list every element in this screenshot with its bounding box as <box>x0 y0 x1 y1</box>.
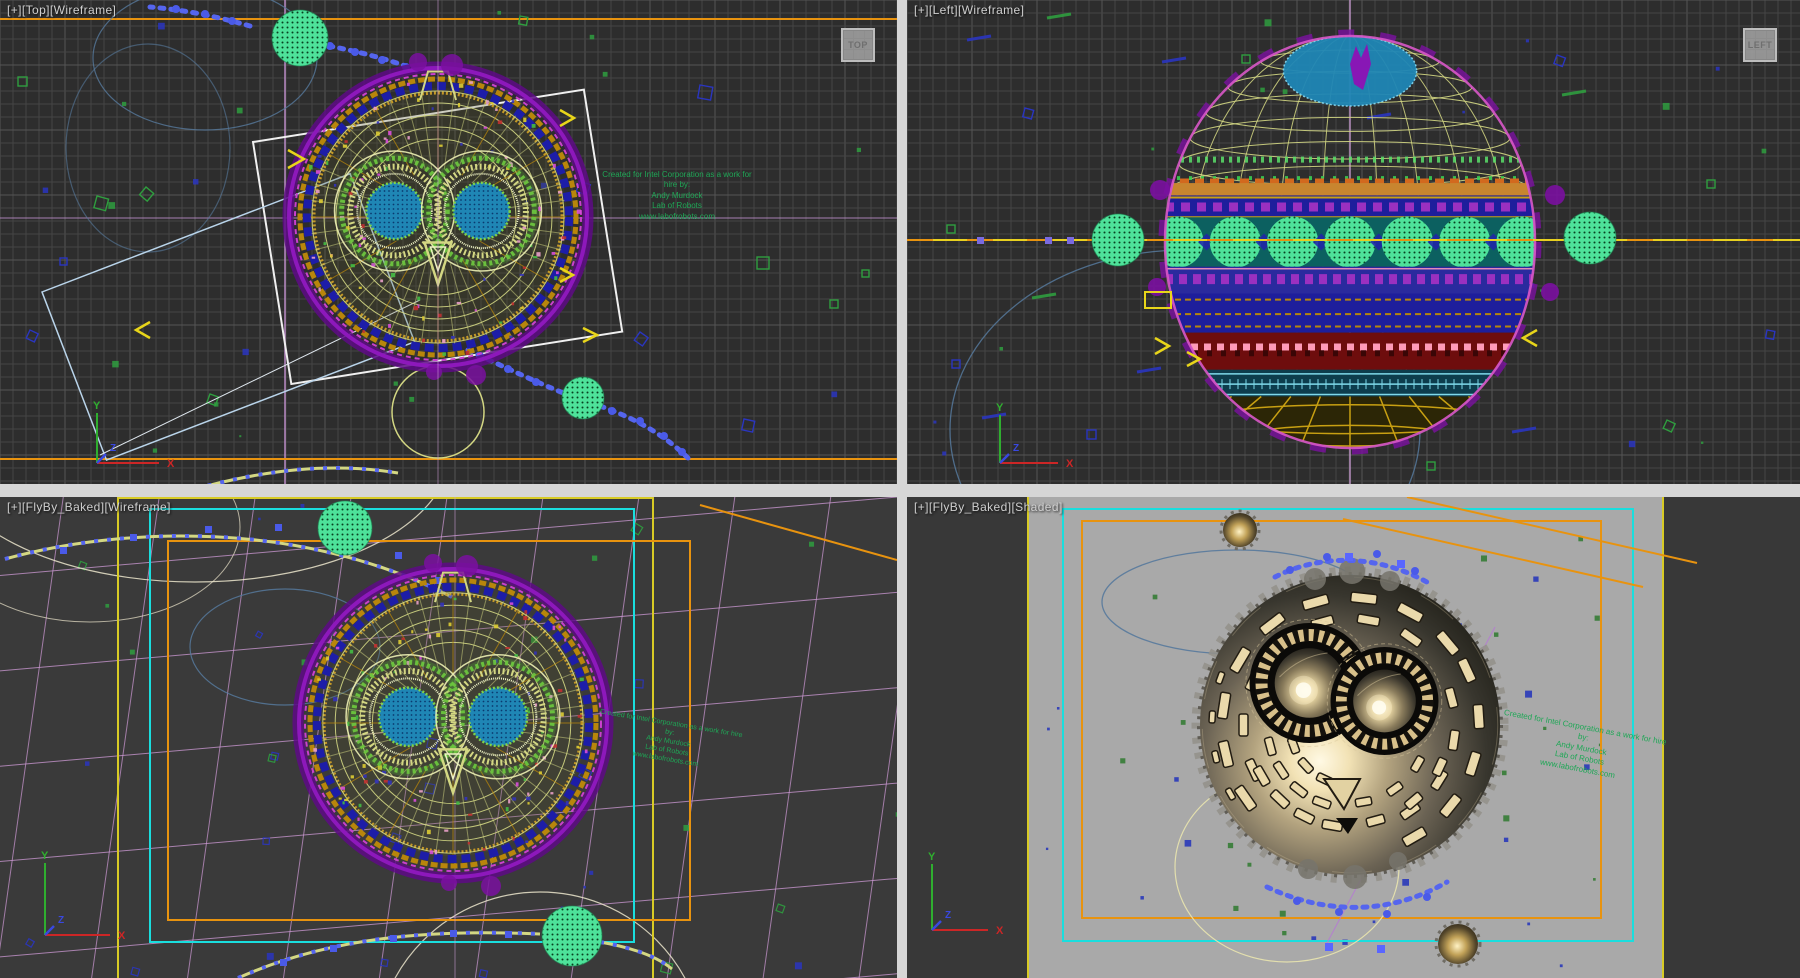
viewport-flyby-wireframe[interactable]: YXZ [+][FlyBy_Baked][Wireframe] Created … <box>0 497 897 978</box>
particle-sphere[interactable] <box>1564 212 1616 264</box>
viewport-flyby-shaded[interactable]: YXZ [+][FlyBy_Baked][Shaded] Created for… <box>907 497 1800 978</box>
svg-text:X: X <box>167 458 175 470</box>
viewport-top-label[interactable]: [+][Top][Wireframe] <box>7 3 116 17</box>
svg-text:Z: Z <box>58 915 64 926</box>
svg-text:X: X <box>996 925 1004 937</box>
svg-text:Y: Y <box>41 850 49 862</box>
particle-sphere[interactable] <box>562 377 604 419</box>
particle-sphere[interactable] <box>542 906 602 966</box>
svg-text:Z: Z <box>945 910 951 921</box>
viewport-top[interactable]: YXZ [+][Top][Wireframe] TOP Created for … <box>0 0 897 484</box>
viewport-left-canvas[interactable]: Y X Z <box>907 0 1800 484</box>
svg-text:Z: Z <box>1013 443 1019 454</box>
viewport-flyby-wireframe-label[interactable]: [+][FlyBy_Baked][Wireframe] <box>7 500 171 514</box>
max-quad-viewport: YXZ [+][Top][Wireframe] TOP Created for … <box>0 0 1800 978</box>
svg-text:Y: Y <box>93 400 101 412</box>
svg-text:Y: Y <box>928 851 936 863</box>
svg-text:X: X <box>1066 458 1074 470</box>
viewport-left[interactable]: Y X Z [+][Left][Wireframe] LEFT <box>907 0 1800 484</box>
viewcube-left[interactable]: LEFT <box>1743 28 1777 62</box>
particle-sphere[interactable] <box>1092 214 1144 266</box>
particle-sphere[interactable] <box>318 501 372 555</box>
svg-text:Z: Z <box>110 443 116 454</box>
viewport-top-canvas[interactable]: Y X Z <box>0 0 897 484</box>
particle-sphere[interactable] <box>272 10 328 66</box>
svg-text:Y: Y <box>996 402 1004 414</box>
viewport-flyby-wireframe-canvas[interactable]: Y X Z <box>0 497 897 978</box>
viewport-left-label[interactable]: [+][Left][Wireframe] <box>914 3 1024 17</box>
viewport-flyby-shaded-label[interactable]: [+][FlyBy_Baked][Shaded] <box>914 500 1063 514</box>
svg-text:X: X <box>118 930 126 942</box>
viewport-flyby-shaded-canvas[interactable]: Y X Z <box>907 497 1800 978</box>
viewcube-top[interactable]: TOP <box>841 28 875 62</box>
